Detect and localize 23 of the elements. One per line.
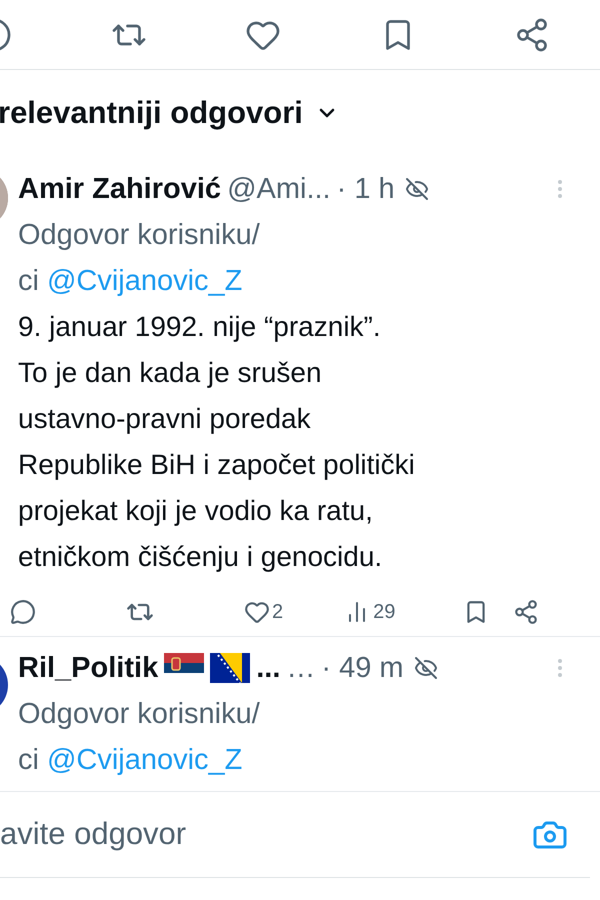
like-button[interactable]: 2 (244, 598, 284, 626)
hidden-icon (404, 177, 429, 201)
reply-context: Odgovor korisniku/ (18, 218, 261, 253)
username: @Ami... (227, 172, 331, 207)
share-icon[interactable] (514, 16, 550, 52)
reply-text: 9. januar 1992. nije “praznik”. To je dan kada je srušen ustavno-pravni poredak Republike BiH i započet politički projekat koji je vodio ka ratu, etničkom čišćenju i genocidu. (18, 310, 416, 574)
hidden-icon (414, 656, 438, 680)
display-name[interactable]: Amir Zahirović (18, 166, 222, 212)
reply-icon[interactable] (10, 599, 36, 625)
display-name-ellipsis: ... (256, 651, 280, 686)
reply-context: ci (18, 264, 39, 299)
timestamp: · 1 h (336, 172, 395, 207)
username: … (286, 651, 316, 686)
heart-icon (244, 599, 270, 625)
reply-context: ci (18, 743, 39, 778)
sort-dropdown[interactable]: relevantniji odgovori (0, 70, 339, 156)
reply-context: Odgovor korisniku/ (18, 697, 261, 732)
timestamp: · 49 m (321, 651, 404, 686)
flag-icon (210, 653, 250, 683)
views-button[interactable]: 29 (345, 598, 396, 626)
share-icon[interactable] (513, 599, 540, 625)
reply-input[interactable]: avite odgovor (0, 811, 532, 858)
display-name[interactable]: Ril_Politik (18, 645, 158, 691)
